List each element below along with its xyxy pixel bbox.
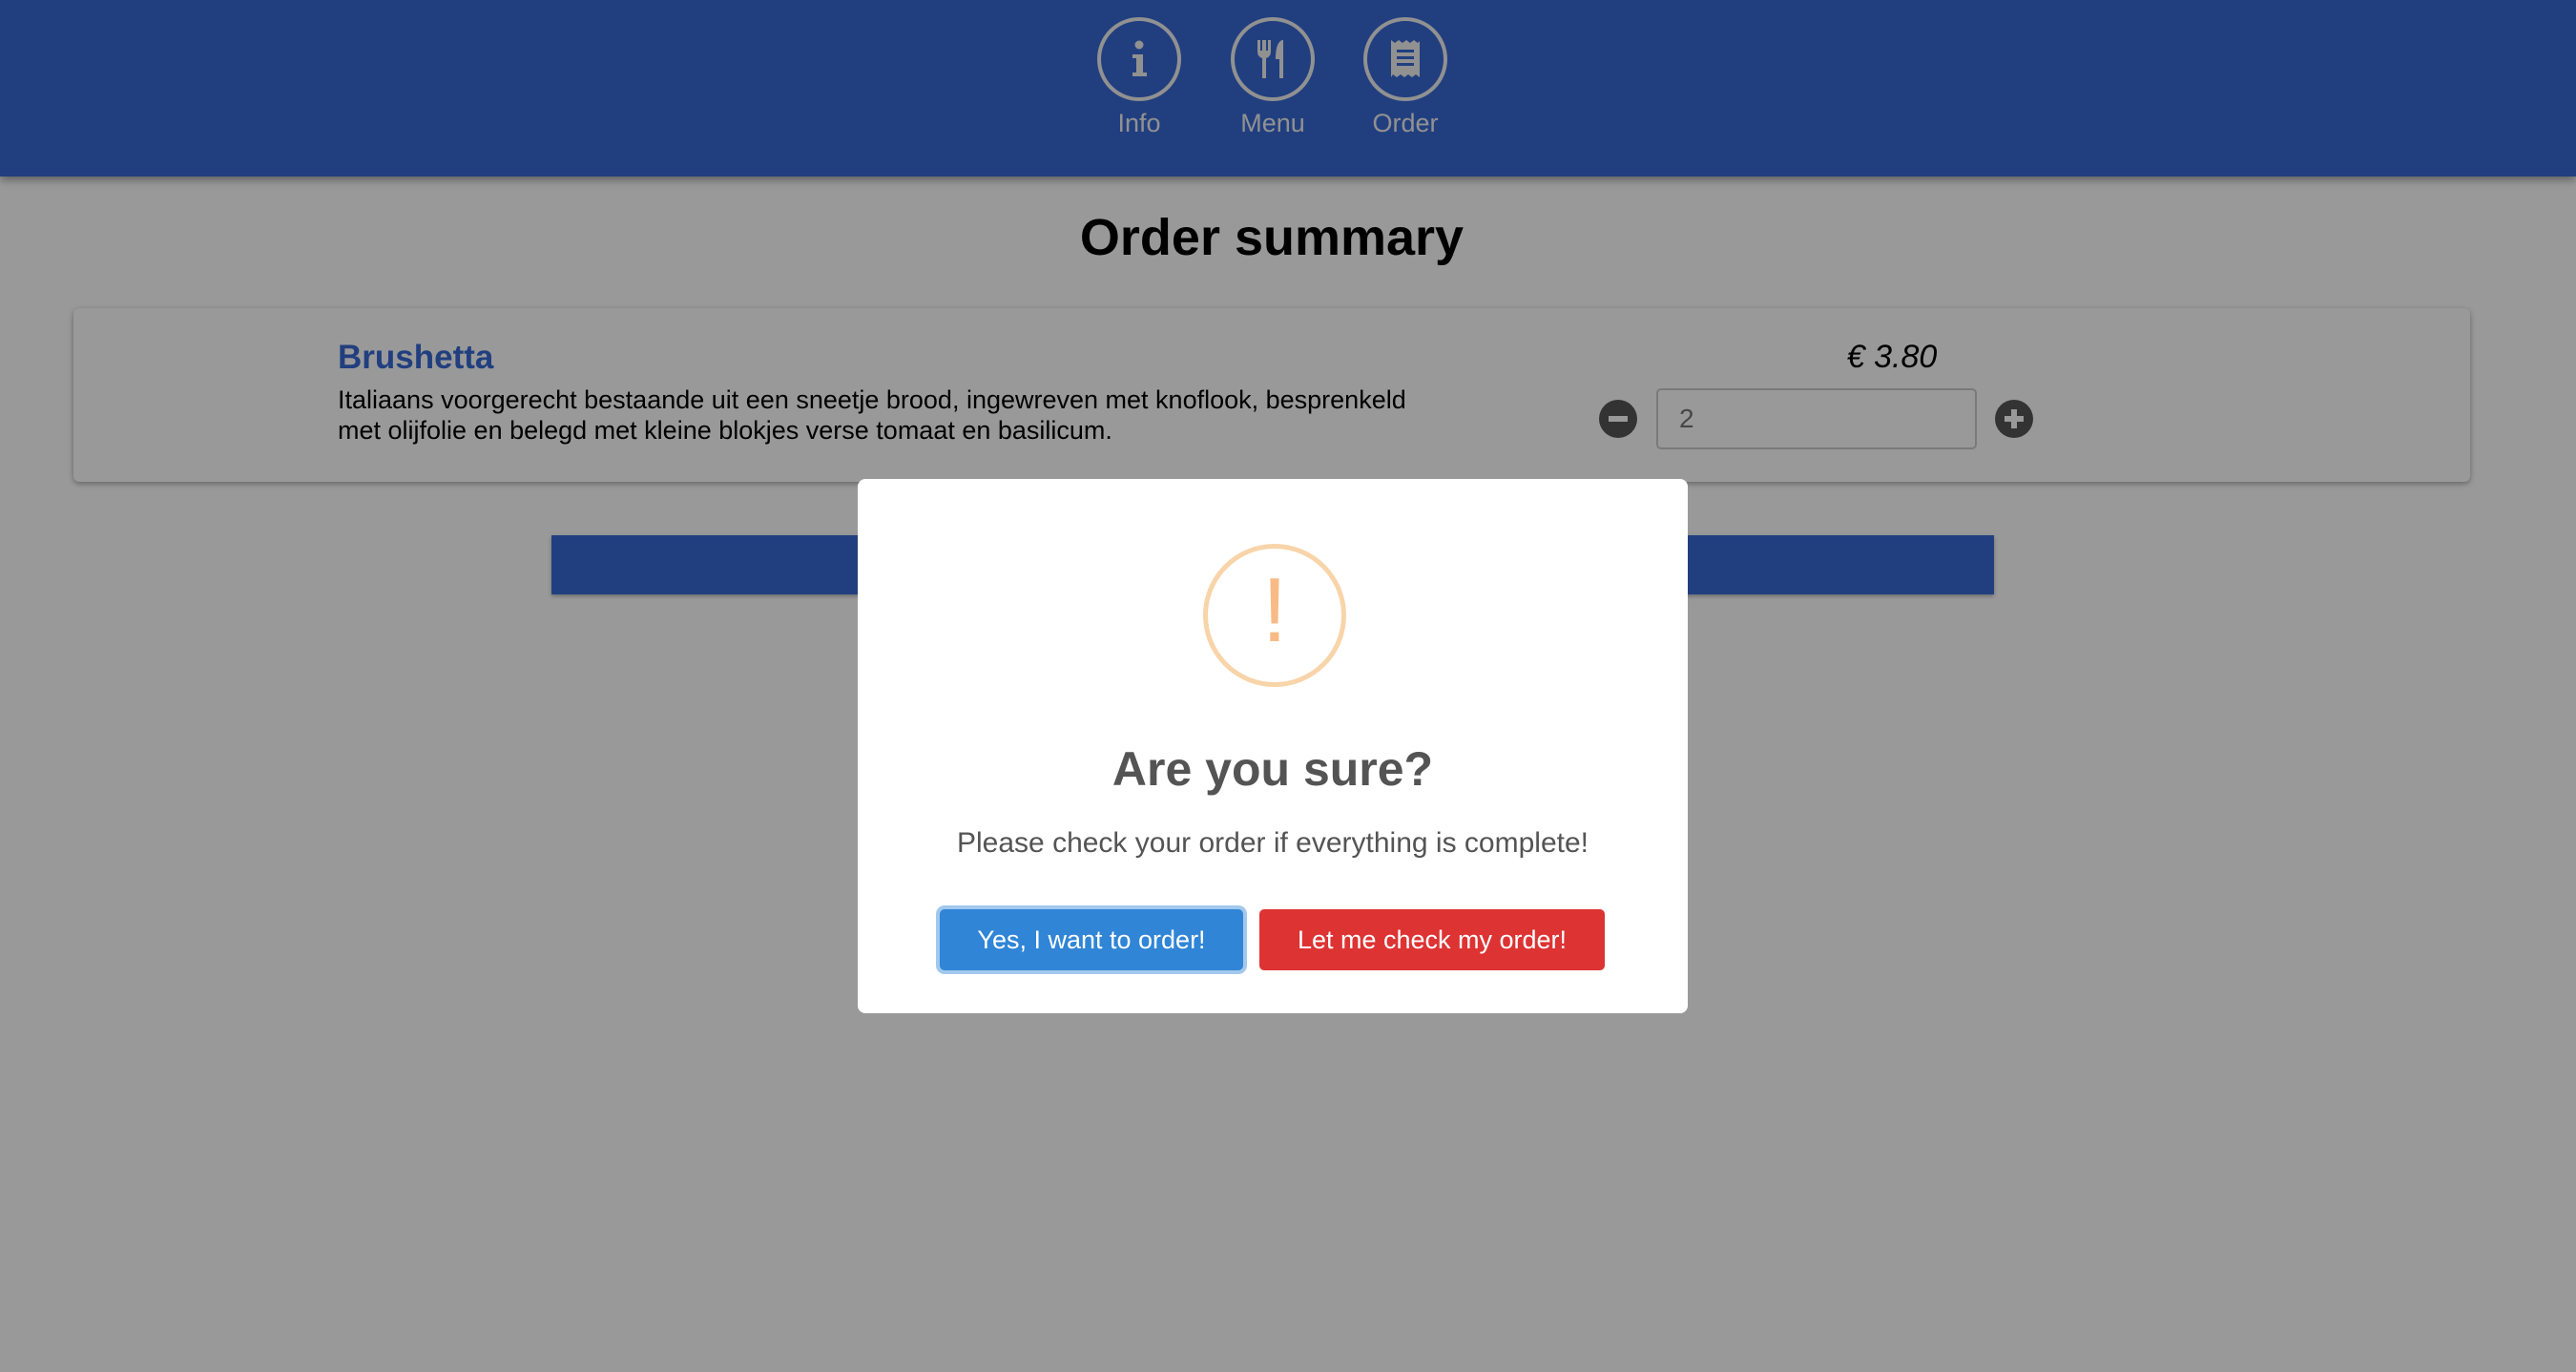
dialog-title: Are you sure? (1111, 742, 1434, 796)
warning-icon: ! (1203, 544, 1346, 687)
dialog-message: Please check your order if everything is… (957, 827, 1589, 859)
check-order-button[interactable]: Let me check my order! (1259, 909, 1605, 970)
confirm-order-button[interactable]: Yes, I want to order! (940, 909, 1243, 970)
warning-mark: ! (1261, 559, 1288, 661)
confirm-order-dialog: ! Are you sure? Please check your order … (858, 479, 1688, 1013)
